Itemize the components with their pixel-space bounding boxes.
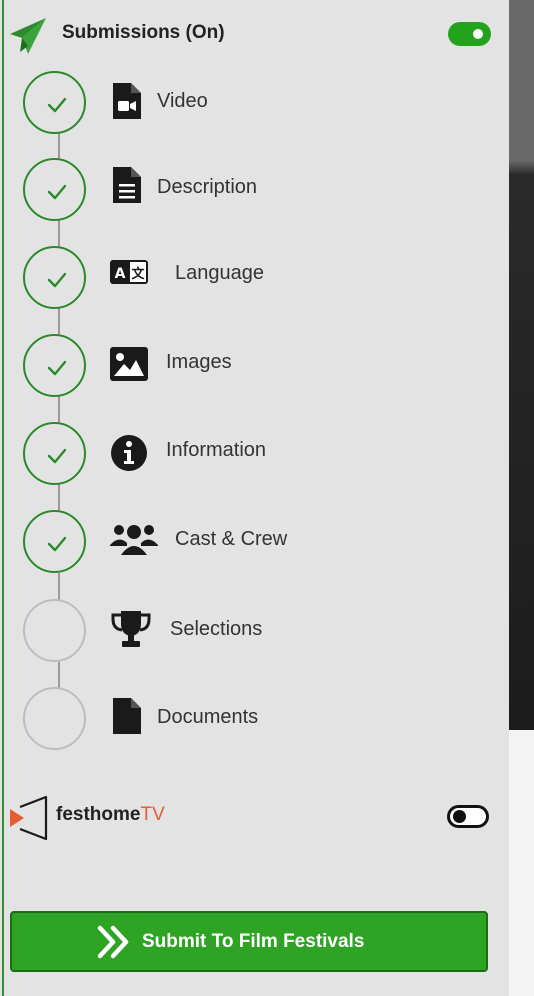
submissions-header: Submissions (On) <box>8 14 498 54</box>
check-icon <box>47 272 67 288</box>
step-label: Language <box>175 262 264 284</box>
festhome-tv-toggle[interactable] <box>447 805 489 828</box>
festhome-tv-label-main: festhome <box>56 804 141 825</box>
step-status-circle <box>23 71 86 134</box>
sidebar-panel <box>0 0 509 996</box>
step-status-circle <box>23 687 86 750</box>
step-label: Video <box>157 90 208 112</box>
submissions-toggle[interactable] <box>448 22 491 46</box>
step-information[interactable]: Information <box>23 422 513 490</box>
image-icon <box>110 347 148 381</box>
festhome-tv-label: festhomeTV <box>56 804 165 826</box>
step-label: Cast & Crew <box>175 528 288 550</box>
document-lines-icon <box>113 167 141 203</box>
step-label: Information <box>166 439 267 461</box>
check-icon <box>47 360 67 376</box>
step-label: Documents <box>157 706 259 728</box>
step-status-circle <box>23 158 86 221</box>
step-documents[interactable]: Documents <box>23 687 513 755</box>
step-label: Description <box>157 176 258 198</box>
check-icon <box>47 184 67 200</box>
step-language[interactable]: A 文 Language <box>23 246 513 314</box>
step-cast-crew[interactable]: Cast & Crew <box>23 510 513 578</box>
users-icon <box>110 525 158 555</box>
step-selections[interactable]: Selections <box>23 599 513 667</box>
submit-to-festivals-button[interactable]: Submit To Film Festivals <box>10 911 488 972</box>
step-status-circle <box>23 599 86 662</box>
step-video[interactable]: Video <box>23 71 513 139</box>
video-file-icon <box>113 83 141 119</box>
check-icon <box>47 536 67 552</box>
step-status-circle <box>23 510 86 573</box>
step-status-circle <box>23 422 86 485</box>
file-icon <box>113 698 141 734</box>
submit-button-label: Submit To Film Festivals <box>142 931 365 952</box>
panel-accent-border <box>2 0 4 996</box>
step-label: Selections <box>170 618 263 640</box>
double-chevron-right-icon <box>97 925 129 959</box>
translate-icon: A 文 <box>110 260 148 284</box>
festhome-tv-row: festhomeTV <box>10 793 500 843</box>
step-description[interactable]: Description <box>23 158 513 226</box>
svg-text:文: 文 <box>131 266 145 282</box>
svg-text:A: A <box>115 266 126 282</box>
step-status-circle <box>23 334 86 397</box>
festhome-tv-logo-icon <box>10 795 48 841</box>
step-status-circle <box>23 246 86 309</box>
trophy-icon <box>111 611 151 647</box>
step-label: Images <box>166 351 232 373</box>
check-icon <box>47 448 67 464</box>
step-images[interactable]: Images <box>23 334 513 402</box>
info-circle-icon <box>111 435 147 471</box>
festhome-tv-label-accent: TV <box>140 804 165 825</box>
check-icon <box>47 97 67 113</box>
paper-plane-icon <box>10 18 46 54</box>
submissions-title: Submissions (On) <box>62 22 225 43</box>
background-page-area <box>509 730 534 996</box>
